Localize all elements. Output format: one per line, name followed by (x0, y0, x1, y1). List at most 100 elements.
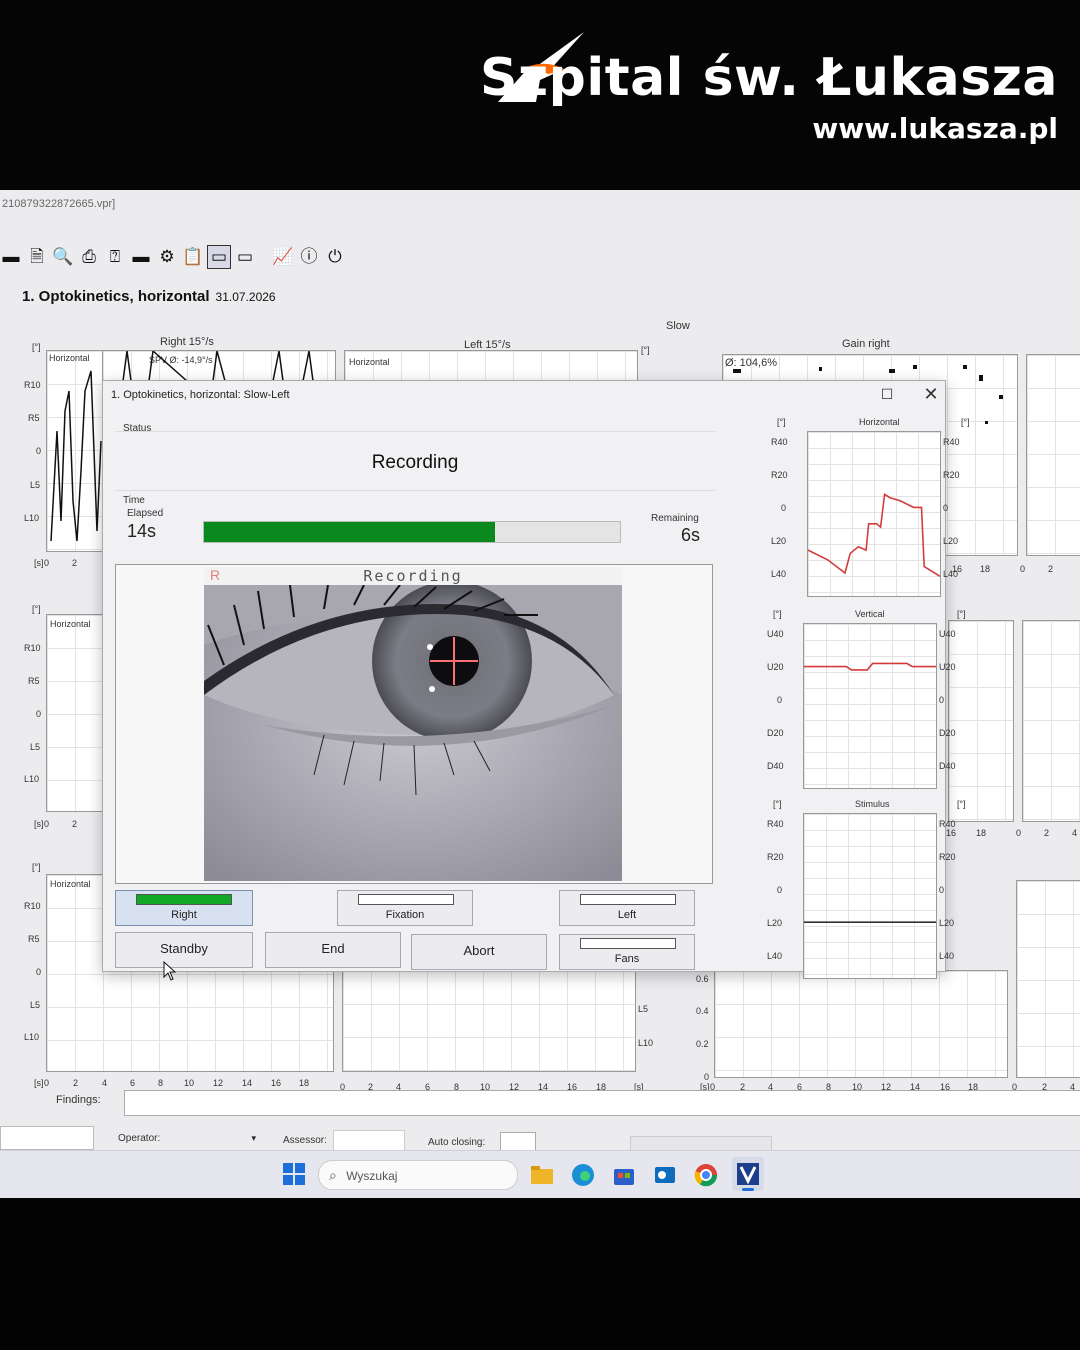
y-tick-right: L40 (943, 569, 959, 579)
y-tick-left: R40 (767, 819, 784, 829)
x-tick: 0 (1020, 564, 1026, 574)
x-tick: 12 (213, 1078, 224, 1088)
gain-right-header: Gain right (842, 338, 890, 350)
windows-start-icon[interactable] (283, 1163, 305, 1185)
overview-plot-right-horizontal: Horizontal (46, 350, 104, 552)
assessor-field[interactable] (333, 1130, 405, 1152)
x-tick: 2 (1048, 564, 1054, 574)
new-document-icon[interactable]: 🗎 (26, 246, 48, 268)
x-tick: 2 (72, 819, 78, 829)
taskbar-search[interactable]: ⌕ Wyszukaj (318, 1160, 518, 1190)
brand-name: Szpital św. Łukasza (479, 48, 1058, 108)
y-tick: L5 (638, 1004, 649, 1014)
end-button[interactable]: End (265, 932, 401, 968)
chart-unit-right: [°] (957, 609, 966, 619)
test-title-text: 1. Optokinetics, horizontal (22, 288, 210, 305)
findings-label: Findings: (56, 1094, 101, 1106)
y-tick-right: 0 (943, 503, 949, 513)
x-tick: 0 (44, 1078, 50, 1088)
gain-tick: 0.4 (696, 1006, 709, 1016)
y-tick: L10 (638, 1038, 654, 1048)
gain-tick: 0.6 (696, 974, 709, 984)
folder-icon[interactable]: ▬ (0, 246, 22, 268)
y-tick-left: L20 (767, 918, 783, 928)
clipboard-icon[interactable]: 📋 (182, 246, 204, 268)
x-unit: [s] (34, 1078, 44, 1088)
settings-icon[interactable]: ⚙ (156, 246, 178, 268)
preview-icon[interactable]: 🔍 (52, 246, 74, 268)
fans-button-label: Fans (614, 953, 640, 965)
right-button[interactable]: Right (115, 890, 253, 926)
chart-title: Stimulus (855, 799, 890, 809)
goggles-video-icon[interactable]: ▭ (234, 246, 256, 268)
goggles-both-icon[interactable]: ▭ (207, 245, 231, 269)
right-button-label: Right (171, 909, 197, 921)
realtime-chart-stimulus: [°] [°] Stimulus R40 R40 R20 R20 0 0 L20 L20 L40 L40 (767, 799, 995, 993)
overview-plot-mid-edge (1022, 620, 1080, 822)
chart-unit-left: [°] (773, 609, 782, 619)
file-explorer-icon[interactable] (530, 1163, 554, 1187)
remaining-label: Remaining (651, 513, 699, 524)
plot-label: Horizontal (50, 879, 91, 889)
x-tick: 0 (1016, 828, 1022, 838)
standby-button[interactable]: Standby (115, 932, 253, 968)
fans-indicator (580, 938, 676, 949)
y-tick-right: R20 (943, 470, 960, 480)
analysis-chart-icon[interactable]: 📈 (272, 246, 294, 268)
fixation-button[interactable]: Fixation (337, 890, 473, 926)
close-icon[interactable]: ✕ (917, 383, 945, 405)
edge-browser-icon[interactable] (571, 1163, 595, 1187)
monitor-bezel (0, 1198, 1080, 1350)
power-icon[interactable]: ⏻ (324, 246, 346, 268)
assessor-label: Assessor: (283, 1135, 327, 1146)
goggles-icon[interactable]: ▬ (130, 246, 152, 268)
operator-label: Operator: (118, 1133, 161, 1144)
active-app-tile[interactable] (732, 1157, 764, 1191)
test-date: 31.07.2026 (215, 290, 276, 304)
slow-header: Slow (666, 320, 690, 332)
y-tick-right: 0 (939, 885, 945, 895)
abort-button[interactable]: Abort (411, 934, 547, 970)
y-tick: L5 (30, 480, 41, 490)
chart-title: Horizontal (859, 417, 900, 427)
left-button[interactable]: Left (559, 890, 695, 926)
left-button-label: Left (617, 909, 637, 921)
chevron-down-icon: ▾ (251, 1133, 256, 1143)
outlook-icon[interactable] (653, 1163, 677, 1187)
unit-label: [°] (641, 345, 650, 355)
y-tick-right: D20 (939, 728, 956, 738)
print-icon[interactable]: ⎙ (78, 246, 100, 268)
chart-unit-left: [°] (777, 417, 786, 427)
chrome-icon[interactable] (694, 1163, 718, 1187)
y-tick-left: U40 (767, 629, 784, 639)
elapsed-value: 14s (127, 521, 157, 541)
y-tick-right: U40 (939, 629, 956, 639)
overview-plot-bottom-edge (1016, 880, 1080, 1078)
chart-plot-area (803, 623, 937, 789)
store-icon[interactable] (612, 1163, 636, 1187)
pdf-icon[interactable]: ⍰ (104, 246, 126, 268)
y-tick: 0 (36, 709, 42, 719)
chart-trace (804, 921, 936, 923)
gain-tick: 0.2 (696, 1039, 709, 1049)
y-tick: L10 (24, 774, 40, 784)
y-tick-left: L40 (771, 569, 787, 579)
y-tick-right: 0 (939, 695, 945, 705)
overview-plot-left-horizontal: Horizontal (344, 350, 638, 382)
y-tick-right: L20 (939, 918, 955, 928)
overview-plot-right-strip: SPV Ø: -14,9°/s (102, 350, 336, 382)
info-icon[interactable]: ⓘ (298, 246, 320, 268)
chart-unit-right: [°] (957, 799, 966, 809)
plot-label: Horizontal (349, 357, 390, 367)
y-tick-left: R20 (767, 852, 784, 862)
y-tick-left: 0 (777, 885, 783, 895)
fans-button[interactable]: Fans (559, 934, 695, 970)
patient-field[interactable] (0, 1126, 94, 1150)
y-tick: R5 (28, 676, 40, 686)
unit-label: [°] (32, 862, 41, 872)
chart-trace (808, 492, 940, 577)
maximize-icon[interactable]: ☐ (873, 383, 901, 405)
chart-unit-left: [°] (773, 799, 782, 809)
operator-dropdown[interactable]: ▾ (168, 1128, 256, 1148)
findings-field[interactable] (124, 1090, 1080, 1116)
